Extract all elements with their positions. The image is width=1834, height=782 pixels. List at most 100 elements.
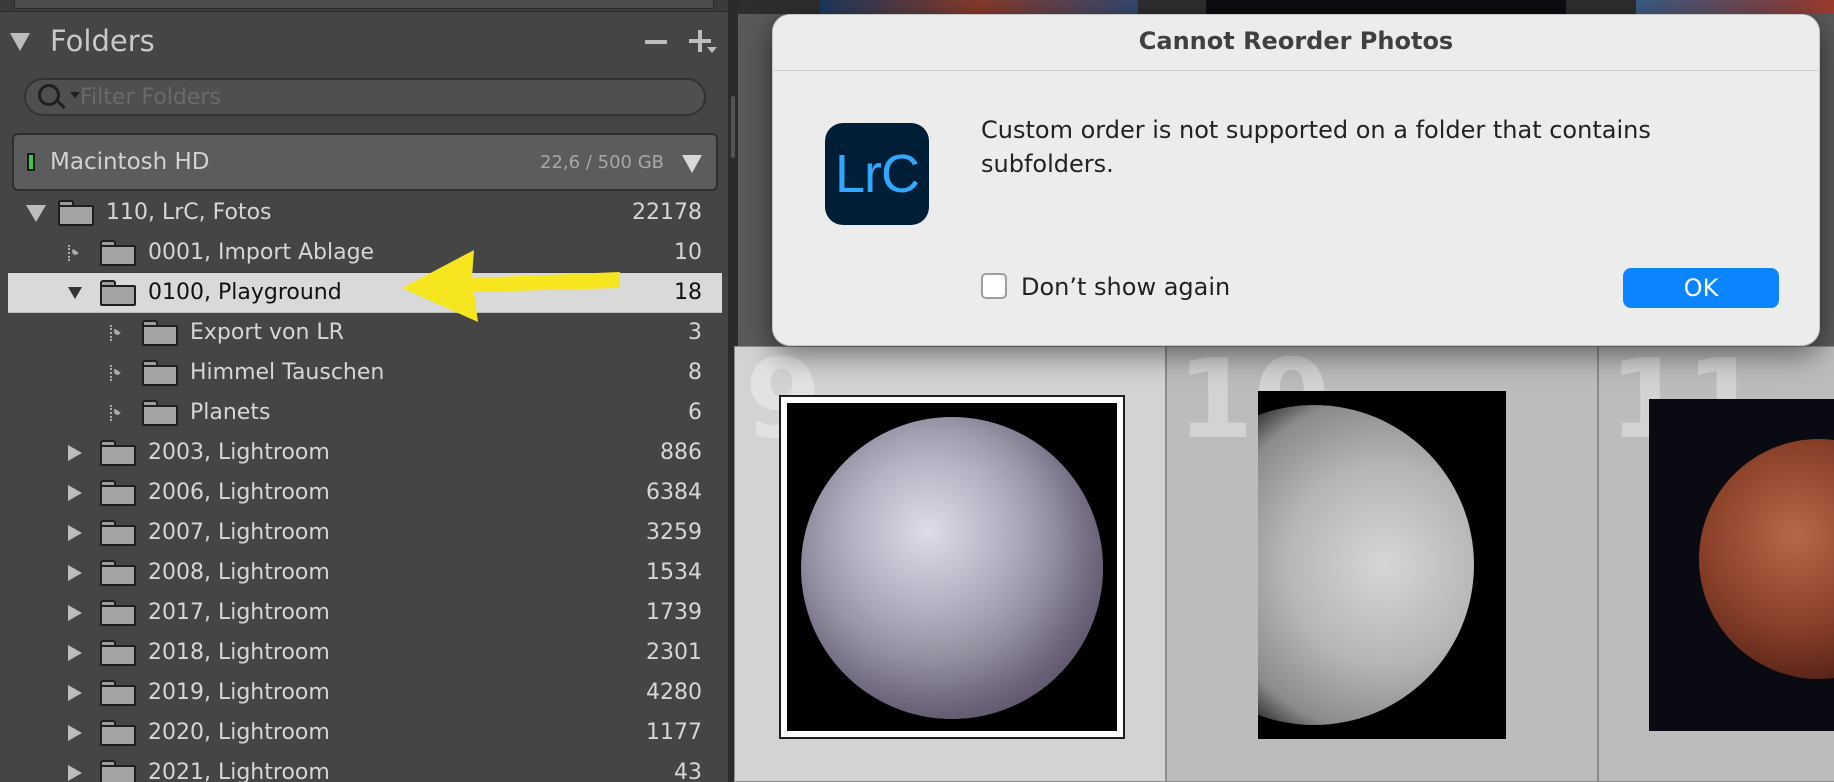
folder-count: 43: [674, 760, 702, 782]
photo-thumbnail[interactable]: [779, 395, 1125, 739]
dont-show-again-label[interactable]: Don’t show again: [1021, 273, 1230, 301]
folder-label: 2019, Lightroom: [148, 680, 330, 705]
volume-size: 22,6 / 500 GB: [540, 152, 664, 173]
folder-icon: [100, 680, 136, 706]
collapse-triangle-icon[interactable]: [68, 765, 82, 781]
folder-icon: [100, 520, 136, 546]
subfolder-triangle-icon[interactable]: [110, 365, 124, 381]
folder-count: 8: [688, 360, 702, 385]
folder-icon: [142, 360, 178, 386]
folder-count: 18: [674, 280, 702, 305]
collapse-triangle-icon[interactable]: [68, 445, 82, 461]
collapse-triangle-icon[interactable]: [68, 565, 82, 581]
folder-count: 886: [660, 440, 702, 465]
folder-row[interactable]: Himmel Tauschen 8: [8, 353, 722, 393]
subfolder-triangle-icon[interactable]: [110, 405, 124, 421]
folder-count: 2301: [646, 640, 702, 665]
dialog-title-bar: Cannot Reorder Photos: [773, 15, 1819, 71]
filter-folders-input[interactable]: [80, 82, 680, 112]
volume-header[interactable]: Macintosh HD 22,6 / 500 GB: [12, 133, 718, 191]
folder-row[interactable]: 2008, Lightroom 1534: [8, 553, 722, 593]
grid-cell[interactable]: 9: [734, 346, 1166, 782]
folder-label: Himmel Tauschen: [190, 360, 385, 385]
folder-count: 22178: [632, 200, 702, 225]
folder-row[interactable]: Planets 6: [8, 393, 722, 433]
folder-count: 6: [688, 400, 702, 425]
folder-count: 3: [688, 320, 702, 345]
volume-menu-triangle-icon[interactable]: [682, 155, 702, 173]
folder-label: 0001, Import Ablage: [148, 240, 375, 265]
folder-icon: [100, 280, 136, 306]
folder-icon: [100, 440, 136, 466]
blood-moon-image: [1699, 439, 1834, 679]
dont-show-again-checkbox[interactable]: [981, 273, 1007, 299]
folder-row[interactable]: 2007, Lightroom 3259: [8, 513, 722, 553]
folder-label: 2007, Lightroom: [148, 520, 330, 545]
folder-icon: [142, 320, 178, 346]
folder-count: 1534: [646, 560, 702, 585]
chevron-down-icon[interactable]: [70, 92, 80, 98]
folder-row[interactable]: 2020, Lightroom 1177: [8, 713, 722, 753]
folder-label: 2017, Lightroom: [148, 600, 330, 625]
collapse-triangle-icon[interactable]: [68, 685, 82, 701]
folder-row[interactable]: 2003, Lightroom 886: [8, 433, 722, 473]
folders-panel: Folders Macintosh HD 22,6 / 500 GB 110, …: [0, 0, 738, 782]
grid-cell[interactable]: 10: [1166, 346, 1598, 782]
panel-top-strip: [0, 0, 738, 12]
expand-triangle-icon[interactable]: [26, 205, 46, 222]
collapse-triangle-icon[interactable]: [10, 33, 30, 51]
panel-title: Folders: [50, 24, 155, 58]
folder-count: 10: [674, 240, 702, 265]
folder-label: 2021, Lightroom: [148, 760, 330, 782]
subfolder-triangle-icon[interactable]: [68, 245, 82, 261]
volume-status-indicator: [27, 153, 35, 171]
folder-label: 2008, Lightroom: [148, 560, 330, 585]
photo-thumbnail[interactable]: [1649, 399, 1834, 731]
folder-icon: [100, 560, 136, 586]
lightroom-app-icon: LrC: [825, 123, 929, 225]
folder-label: 2006, Lightroom: [148, 480, 330, 505]
folder-icon: [58, 200, 94, 226]
grid-cell[interactable]: 11: [1598, 346, 1834, 782]
folder-row[interactable]: 2021, Lightroom 43: [8, 753, 722, 782]
dialog-message: Custom order is not supported on a folde…: [981, 116, 1651, 178]
filter-folders-field[interactable]: [24, 78, 706, 116]
folder-count: 1739: [646, 600, 702, 625]
folder-label: 2018, Lightroom: [148, 640, 330, 665]
annotation-arrow: [402, 250, 620, 322]
collapse-triangle-icon[interactable]: [68, 725, 82, 741]
expand-triangle-icon[interactable]: [68, 287, 82, 299]
subfolder-triangle-icon[interactable]: [110, 325, 124, 341]
folder-icon: [142, 400, 178, 426]
grid-top-row-strip: [738, 0, 1834, 14]
folder-label: Planets: [190, 400, 271, 425]
folder-count: 1177: [646, 720, 702, 745]
dialog-title: Cannot Reorder Photos: [1138, 27, 1454, 55]
folder-label: 0100, Playground: [148, 280, 342, 305]
collapse-triangle-icon[interactable]: [68, 605, 82, 621]
folder-row[interactable]: 2006, Lightroom 6384: [8, 473, 722, 513]
folder-row[interactable]: 110, LrC, Fotos 22178: [8, 193, 722, 233]
collapse-triangle-icon[interactable]: [68, 645, 82, 661]
folder-label: 2020, Lightroom: [148, 720, 330, 745]
folder-row[interactable]: 2018, Lightroom 2301: [8, 633, 722, 673]
folder-icon: [100, 760, 136, 782]
folder-count: 4280: [646, 680, 702, 705]
ok-button[interactable]: OK: [1623, 268, 1779, 308]
folder-label: 110, LrC, Fotos: [106, 200, 272, 225]
photo-thumbnail[interactable]: [1258, 391, 1506, 739]
half-moon-image: [1258, 405, 1474, 725]
app-icon-text: LrC: [834, 144, 920, 204]
collapse-triangle-icon[interactable]: [68, 485, 82, 501]
folder-label: Export von LR: [190, 320, 344, 345]
folder-icon: [100, 640, 136, 666]
folder-count: 6384: [646, 480, 702, 505]
folders-panel-header[interactable]: Folders: [0, 16, 738, 68]
folder-label: 2003, Lightroom: [148, 440, 330, 465]
remove-folder-icon[interactable]: [645, 40, 667, 44]
folder-row[interactable]: 2019, Lightroom 4280: [8, 673, 722, 713]
folder-icon: [100, 720, 136, 746]
folder-row[interactable]: 2017, Lightroom 1739: [8, 593, 722, 633]
folder-icon: [100, 480, 136, 506]
collapse-triangle-icon[interactable]: [68, 525, 82, 541]
